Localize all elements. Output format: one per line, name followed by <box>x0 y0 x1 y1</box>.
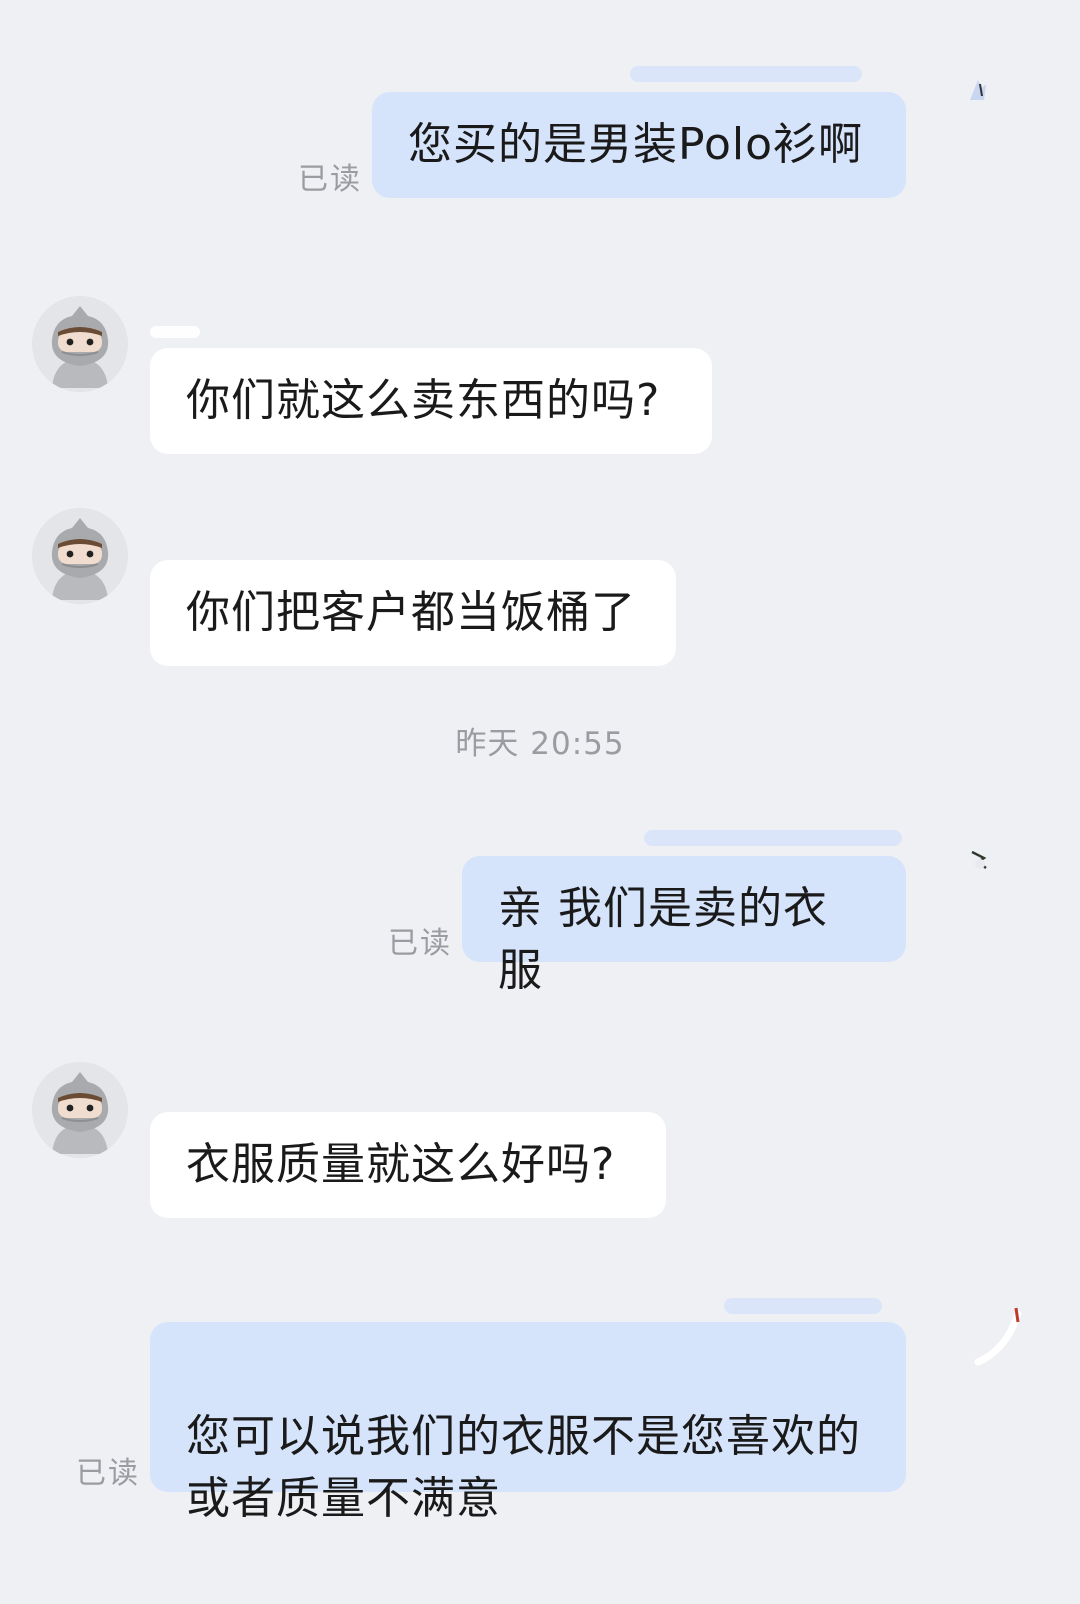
message-text: 亲 我们是卖的衣服 <box>498 883 828 996</box>
message-text: 您买的是男装Polo衫啊 <box>408 119 864 170</box>
message-text: 你们就这么卖东西的吗? <box>186 375 661 426</box>
read-receipt: 已读 <box>76 1456 140 1491</box>
message-text: 衣服质量就这么好吗? <box>186 1139 616 1190</box>
ninja-avatar-icon <box>32 296 128 392</box>
message-bubble-incoming[interactable]: 你们把客户都当饭桶了 <box>150 560 676 666</box>
message-bubble-outgoing[interactable]: 您可以说我们的衣服不是您喜欢的 或者质量不满意 <box>150 1322 906 1524</box>
small-mark-icon <box>971 850 987 869</box>
masked-text-strip <box>644 830 902 846</box>
masked-text-strip <box>724 1298 882 1314</box>
message-bubble-outgoing[interactable]: 您买的是男装Polo衫啊 <box>372 92 906 198</box>
read-receipt: 已读 <box>298 162 362 197</box>
message-bubble-incoming[interactable]: 你们就这么卖东西的吗? <box>150 348 712 454</box>
small-mark-icon <box>974 1307 1022 1366</box>
ninja-avatar-icon <box>32 1062 128 1158</box>
timestamp-divider: 昨天 20:55 <box>455 726 625 762</box>
contact-avatar[interactable] <box>32 1062 128 1158</box>
masked-name-strip <box>150 326 200 338</box>
ninja-avatar-icon <box>32 508 128 604</box>
small-mark-icon <box>970 80 986 100</box>
contact-avatar[interactable] <box>32 508 128 604</box>
chat-thread: 已读 您买的是男装Polo衫啊 你们就这么卖东西的吗? 你们把客户都当饭桶了 昨… <box>0 0 1080 1604</box>
message-bubble-outgoing[interactable]: 亲 我们是卖的衣服 <box>462 856 906 996</box>
masked-text-strip <box>630 66 862 82</box>
message-bubble-incoming[interactable]: 衣服质量就这么好吗? <box>150 1112 666 1218</box>
message-text: 您可以说我们的衣服不是您喜欢的 或者质量不满意 <box>186 1411 861 1524</box>
read-receipt: 已读 <box>388 926 452 961</box>
contact-avatar[interactable] <box>32 296 128 392</box>
message-text: 你们把客户都当饭桶了 <box>186 587 636 638</box>
